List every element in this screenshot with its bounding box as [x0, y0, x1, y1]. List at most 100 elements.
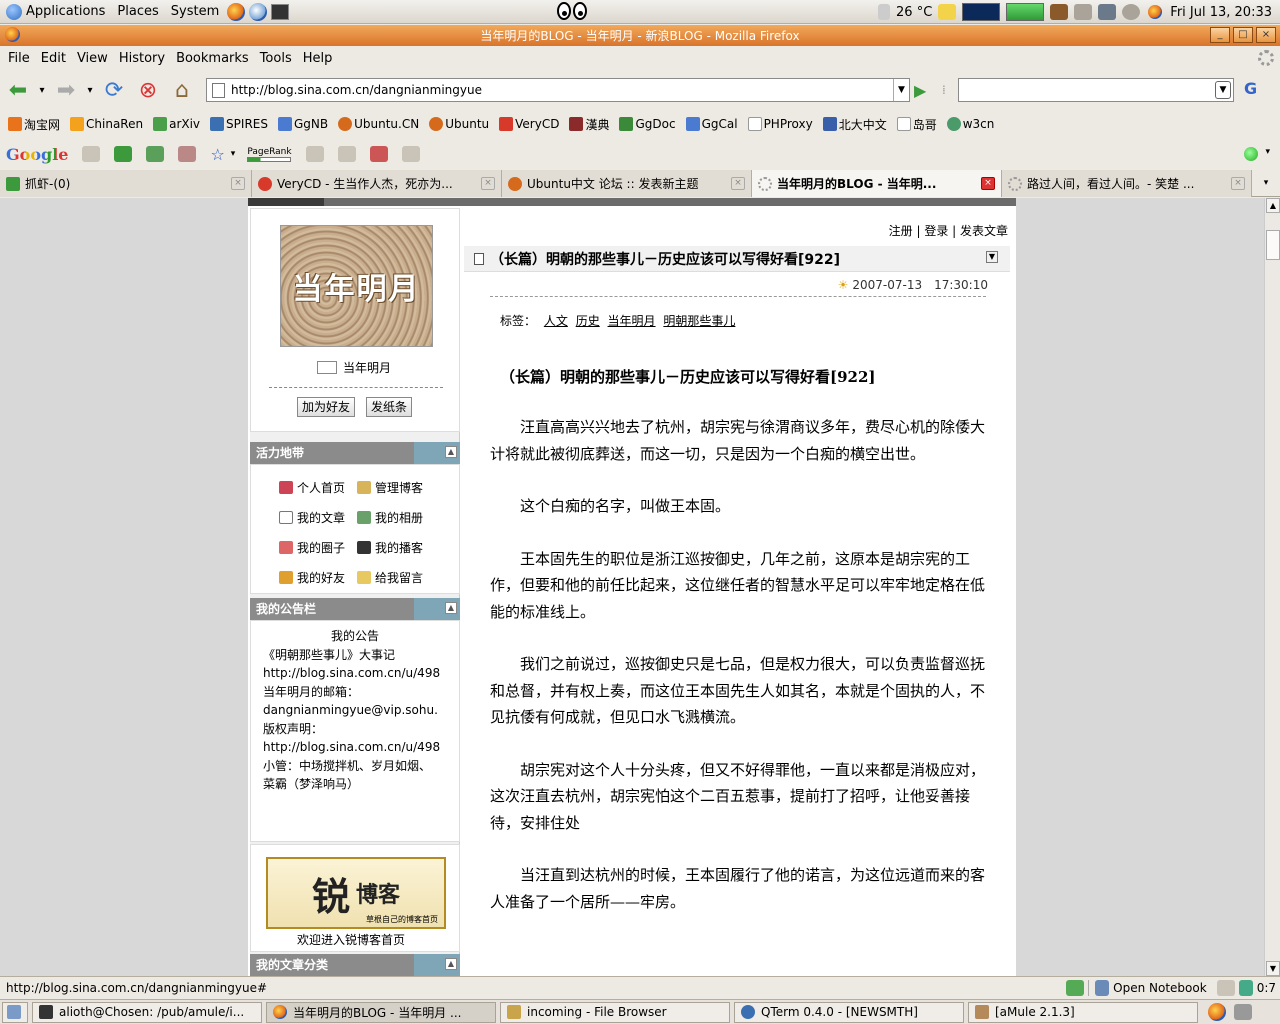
- open-notebook-button[interactable]: Open Notebook: [1088, 980, 1213, 996]
- rui-blog-link[interactable]: 欢迎进入锐博客首页: [297, 931, 405, 948]
- collapse-icon[interactable]: ▲: [445, 958, 457, 970]
- taskbar-firefox[interactable]: 当年明月的BLOG - 当年明月 ...: [266, 1001, 496, 1023]
- news-icon[interactable]: [178, 146, 197, 162]
- window-titlebar[interactable]: 当年明月的BLOG - 当年明月 - 新浪BLOG - Mozilla Fire…: [0, 25, 1280, 46]
- spellcheck-icon[interactable]: [305, 146, 324, 162]
- puzzle-icon[interactable]: [114, 146, 133, 162]
- avatar[interactable]: 当年明月: [280, 225, 433, 347]
- collapse-icon[interactable]: ▲: [445, 446, 457, 458]
- tab-list-dropdown-icon[interactable]: ▾: [1252, 170, 1280, 196]
- link-my-friends[interactable]: 我的好友: [279, 569, 345, 586]
- notice-link[interactable]: http://blog.sina.com.cn/u/498: [263, 664, 447, 683]
- search-dropdown-icon[interactable]: ▼: [1215, 81, 1231, 99]
- amule-tray-icon[interactable]: [1050, 4, 1069, 20]
- bookmark-arxiv[interactable]: arXiv: [153, 117, 200, 131]
- tab-close-icon[interactable]: ×: [731, 177, 745, 190]
- pencil-icon[interactable]: [401, 146, 420, 162]
- notice-email[interactable]: dangnianmingyue@vip.sohu.: [263, 701, 447, 720]
- bookmark-chinaren[interactable]: ChinaRen: [70, 117, 143, 131]
- mail-launcher-icon[interactable]: [249, 2, 268, 21]
- applications-menu[interactable]: Applications: [0, 0, 111, 24]
- system-menu[interactable]: System: [165, 0, 225, 24]
- taskbar-terminal[interactable]: alioth@Chosen: /pub/amule/i...: [32, 1001, 262, 1023]
- pagerank-widget[interactable]: PageRank: [247, 147, 292, 162]
- menu-view[interactable]: View: [73, 51, 112, 66]
- network-icon[interactable]: [1098, 4, 1117, 20]
- bookmark-phproxy[interactable]: PHProxy: [747, 117, 813, 131]
- bookmark-verycd[interactable]: VeryCD: [499, 117, 559, 131]
- bookmark-w3cn[interactable]: w3cn: [946, 117, 994, 131]
- menu-edit[interactable]: Edit: [37, 51, 70, 66]
- link-manage-blog[interactable]: 管理博客: [357, 479, 423, 496]
- reload-button[interactable]: ⟳: [98, 75, 130, 105]
- firefox-tray-icon[interactable]: [1148, 5, 1163, 19]
- bookmark-spires[interactable]: SPIRES: [210, 117, 268, 131]
- tag-link[interactable]: 人文: [544, 314, 568, 328]
- notice-link[interactable]: http://blog.sina.com.cn/u/498: [263, 738, 447, 757]
- link-my-articles[interactable]: 我的文章: [279, 509, 345, 526]
- bookmark-ubuntu[interactable]: Ubuntu: [429, 117, 489, 131]
- forward-button[interactable]: ➡: [50, 75, 82, 105]
- bookmark-ggdoc[interactable]: GgDoc: [619, 117, 676, 131]
- addon-green-icon[interactable]: [1066, 980, 1085, 996]
- user-links[interactable]: 注册 | 登录 | 发表文章: [889, 222, 1008, 239]
- link-leave-message[interactable]: 给我留言: [357, 569, 423, 586]
- menu-help[interactable]: Help: [299, 51, 337, 66]
- folder-icon[interactable]: [938, 4, 957, 20]
- battery-monitor-icon[interactable]: [1006, 3, 1045, 21]
- taskbar-qterm[interactable]: QTerm 0.4.0 - [NEWSMTH]: [734, 1001, 964, 1023]
- search-box[interactable]: ▼: [958, 78, 1234, 102]
- bookmark-ggnb[interactable]: GgNB: [277, 117, 328, 131]
- maximize-button[interactable]: □: [1233, 27, 1253, 43]
- firefox-launcher-icon[interactable]: [227, 2, 246, 21]
- rui-blog-logo[interactable]: 锐 博客 草根自己的博客首页: [266, 857, 446, 929]
- magnifier-icon[interactable]: [82, 146, 101, 162]
- firefox-tray-icon[interactable]: [1208, 1003, 1226, 1021]
- url-text[interactable]: http://blog.sina.com.cn/dangnianmingyue: [231, 83, 482, 97]
- link-my-podcast[interactable]: 我的播客: [357, 539, 423, 556]
- image-icon[interactable]: [146, 146, 165, 162]
- back-history-dropdown-icon[interactable]: ▾: [36, 75, 48, 105]
- tab-zhuaxia[interactable]: 抓虾-(0) ×: [0, 170, 252, 197]
- star-dropdown-icon[interactable]: ▾: [231, 149, 236, 159]
- tab-xiaochu[interactable]: 路过人间，看过人间。- 笑楚 ... ×: [1002, 170, 1252, 197]
- tab-verycd[interactable]: VeryCD - 生当作人杰，死亦为... ×: [252, 170, 502, 197]
- tab-close-icon[interactable]: ×: [481, 177, 495, 190]
- bookmark-ubuntu-cn[interactable]: Ubuntu.CN: [338, 117, 419, 131]
- star-bookmark-icon[interactable]: ☆: [210, 145, 224, 164]
- menu-file[interactable]: File: [4, 51, 34, 66]
- collapse-icon[interactable]: ▲: [445, 602, 457, 614]
- tab-close-icon[interactable]: ×: [1231, 177, 1245, 190]
- url-history-dropdown-icon[interactable]: ▼: [893, 79, 909, 101]
- terminal-launcher-icon[interactable]: [271, 3, 290, 20]
- home-button[interactable]: ⌂: [166, 75, 198, 105]
- scroll-up-icon[interactable]: ▲: [1266, 198, 1280, 213]
- minimize-button[interactable]: _: [1210, 27, 1230, 43]
- google-logo[interactable]: Google: [6, 145, 68, 164]
- taskbar-amule[interactable]: [aMule 2.1.3]: [968, 1001, 1198, 1023]
- status-green-icon[interactable]: [1244, 147, 1258, 161]
- tag-link[interactable]: 明朝那些事儿: [663, 314, 735, 328]
- google-settings-dropdown-icon[interactable]: ▾: [1265, 147, 1270, 157]
- menu-bookmarks[interactable]: Bookmarks: [172, 51, 253, 66]
- link-home[interactable]: 个人首页: [279, 479, 345, 496]
- tab-ubuntu-forum[interactable]: Ubuntu中文 论坛 :: 发表新主题 ×: [502, 170, 752, 197]
- bookmark-taobao[interactable]: 淘宝网: [8, 116, 60, 133]
- forward-history-dropdown-icon[interactable]: ▾: [84, 75, 96, 105]
- taskbar-file-browser[interactable]: incoming - File Browser: [500, 1001, 730, 1023]
- bookmark-ggcal[interactable]: GgCal: [685, 117, 738, 131]
- clock[interactable]: Fri Jul 13, 20:33: [1170, 5, 1272, 20]
- send-note-button[interactable]: 发纸条: [366, 397, 413, 417]
- link-my-circles[interactable]: 我的圈子: [279, 539, 345, 556]
- bookmark-pku-chinese[interactable]: 北大中文: [822, 116, 887, 133]
- scroll-thumb[interactable]: [1266, 230, 1280, 260]
- tab-blog[interactable]: 当年明月的BLOG - 当年明... ×: [752, 170, 1002, 197]
- show-desktop-button[interactable]: [2, 1001, 28, 1023]
- username[interactable]: 当年明月: [317, 359, 391, 376]
- go-button[interactable]: ▶: [914, 81, 926, 100]
- tag-link[interactable]: 当年明月: [608, 314, 656, 328]
- notice-line[interactable]: 《明朝那些事儿》大事记: [263, 646, 447, 665]
- timer-icon[interactable]: [1238, 980, 1253, 996]
- bookmark-daoge[interactable]: 岛哥: [896, 116, 937, 133]
- trash-icon[interactable]: [1234, 1004, 1252, 1020]
